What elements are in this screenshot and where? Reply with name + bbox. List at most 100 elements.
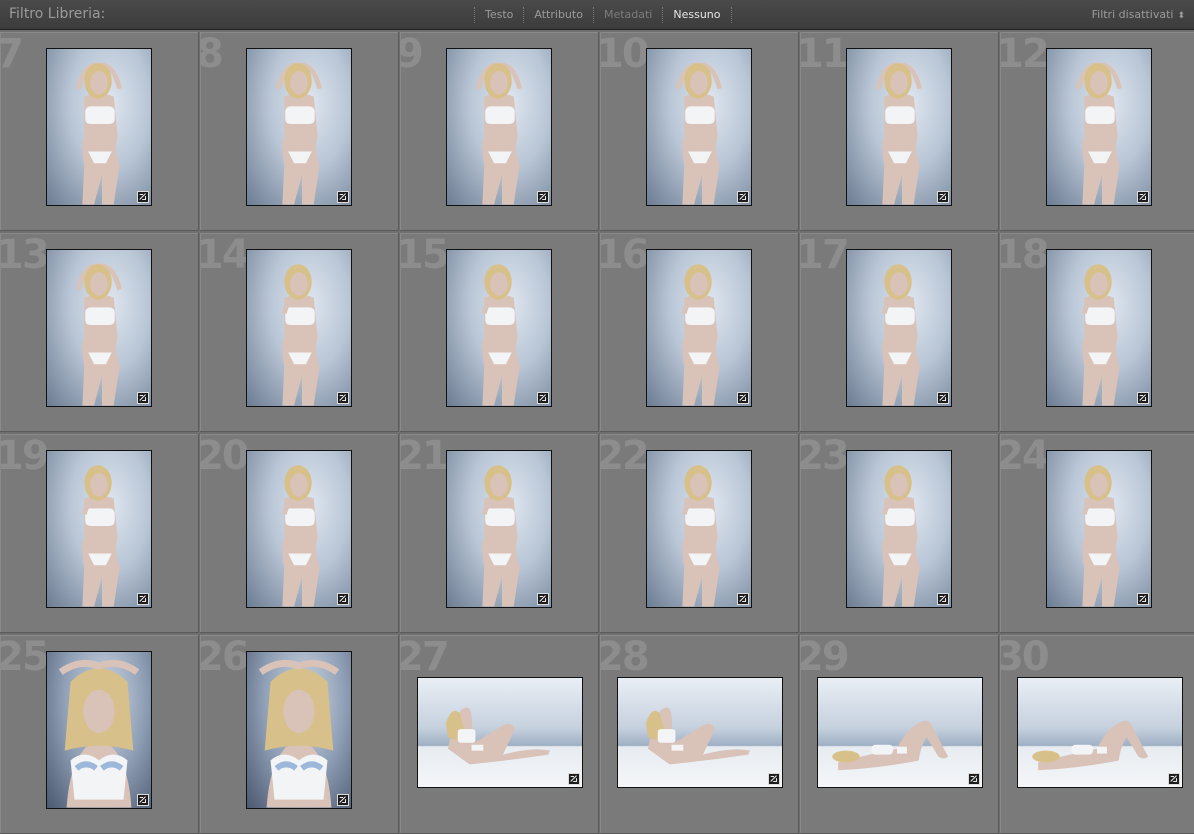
cell-index-number: 19 [0,434,50,479]
develop-adjusted-icon[interactable] [1137,392,1149,404]
develop-adjusted-icon[interactable] [1137,593,1149,605]
develop-adjusted-icon[interactable] [737,392,749,404]
thumbnail-cell[interactable]: 17 [800,233,999,432]
develop-adjusted-icon[interactable] [737,593,749,605]
filter-preset-dropdown[interactable]: Filtri disattivati ⬍ [1092,8,1185,21]
cell-index-number: 21 [400,434,450,479]
photo-subject [647,49,751,205]
photo-thumbnail[interactable] [246,249,352,407]
photo-thumbnail[interactable] [446,450,552,608]
photo-thumbnail[interactable] [1017,677,1183,788]
photo-thumbnail[interactable] [46,651,152,809]
thumbnail-cell[interactable]: 27 [400,635,599,834]
thumbnail-cell[interactable]: 19 [0,434,199,633]
filter-mode-metadata[interactable]: Metadati [592,7,662,23]
develop-adjusted-icon[interactable] [337,392,349,404]
develop-adjusted-icon[interactable] [737,191,749,203]
develop-adjusted-icon[interactable] [537,392,549,404]
cell-index-number: 9 [400,32,424,78]
thumbnail-cell[interactable]: 29 [800,635,999,834]
photo-subject [847,451,951,607]
thumbnail-cell[interactable]: 11 [800,32,999,231]
cell-index-number: 24 [1000,434,1050,479]
cell-index-number: 10 [600,32,650,77]
develop-adjusted-icon[interactable] [768,773,780,785]
develop-adjusted-icon[interactable] [568,773,580,785]
thumbnail-cell[interactable]: 7 [0,32,199,231]
thumbnail-cell[interactable]: 30 [1000,635,1194,834]
photo-thumbnail[interactable] [617,677,783,788]
photo-subject [1047,49,1151,205]
develop-adjusted-icon[interactable] [137,191,149,203]
develop-adjusted-icon[interactable] [137,392,149,404]
thumbnail-cell[interactable]: 8 [200,32,399,231]
photo-thumbnail[interactable] [246,651,352,809]
develop-adjusted-icon[interactable] [537,593,549,605]
develop-adjusted-icon[interactable] [137,593,149,605]
thumbnail-cell[interactable]: 16 [600,233,799,432]
thumbnail-cell[interactable]: 14 [200,233,399,432]
thumbnail-cell[interactable]: 22 [600,434,799,633]
photo-thumbnail[interactable] [46,450,152,608]
thumbnail-cell[interactable]: 13 [0,233,199,432]
photo-subject [447,250,551,406]
thumbnail-cell[interactable]: 10 [600,32,799,231]
photo-thumbnail[interactable] [846,249,952,407]
thumbnail-cell[interactable]: 18 [1000,233,1194,432]
cell-index-number: 15 [400,233,450,278]
photo-thumbnail[interactable] [417,677,583,788]
photo-thumbnail[interactable] [646,48,752,206]
photo-thumbnail[interactable] [446,249,552,407]
filter-mode-text[interactable]: Testo [474,7,523,23]
cell-index-number: 16 [600,233,650,278]
photo-thumbnail[interactable] [1046,48,1152,206]
photo-thumbnail[interactable] [1046,249,1152,407]
develop-adjusted-icon[interactable] [937,392,949,404]
photo-thumbnail[interactable] [846,48,952,206]
thumbnail-cell[interactable]: 24 [1000,434,1194,633]
photo-subject [47,250,151,406]
cell-index-number: 11 [800,32,850,77]
photo-thumbnail[interactable] [1046,450,1152,608]
photo-thumbnail[interactable] [646,450,752,608]
thumbnail-cell[interactable]: 21 [400,434,599,633]
thumbnail-cell[interactable]: 20 [200,434,399,633]
photo-thumbnail[interactable] [846,450,952,608]
photo-thumbnail[interactable] [817,677,983,788]
photo-subject [47,451,151,607]
photo-thumbnail[interactable] [46,48,152,206]
develop-adjusted-icon[interactable] [937,593,949,605]
cell-index-number: 8 [200,32,224,78]
filter-mode-none[interactable]: Nessuno [662,7,732,23]
develop-adjusted-icon[interactable] [137,794,149,806]
thumbnail-cell[interactable]: 12 [1000,32,1194,231]
develop-adjusted-icon[interactable] [968,773,980,785]
cell-index-number: 29 [800,635,850,680]
develop-adjusted-icon[interactable] [337,191,349,203]
photo-thumbnail[interactable] [246,450,352,608]
photo-subject [618,678,782,787]
thumbnail-cell[interactable]: 26 [200,635,399,834]
photo-thumbnail[interactable] [246,48,352,206]
cell-index-number: 12 [1000,32,1050,77]
thumbnail-cell[interactable]: 23 [800,434,999,633]
filter-mode-group: Testo Attributo Metadati Nessuno [474,0,732,30]
develop-adjusted-icon[interactable] [1168,773,1180,785]
photo-subject [1047,250,1151,406]
thumbnail-cell[interactable]: 9 [400,32,599,231]
photo-thumbnail[interactable] [46,249,152,407]
develop-adjusted-icon[interactable] [937,191,949,203]
cell-index-number: 17 [800,233,850,278]
thumbnail-cell[interactable]: 15 [400,233,599,432]
thumbnail-grid: 7 8 9 10 11 12 13 14 15 16 17 18 19 20 2… [0,32,1194,834]
develop-adjusted-icon[interactable] [337,794,349,806]
develop-adjusted-icon[interactable] [337,593,349,605]
filter-mode-attribute[interactable]: Attributo [523,7,593,23]
cell-index-number: 22 [600,434,650,479]
photo-thumbnail[interactable] [446,48,552,206]
thumbnail-cell[interactable]: 28 [600,635,799,834]
develop-adjusted-icon[interactable] [1137,191,1149,203]
develop-adjusted-icon[interactable] [537,191,549,203]
photo-thumbnail[interactable] [646,249,752,407]
thumbnail-cell[interactable]: 25 [0,635,199,834]
